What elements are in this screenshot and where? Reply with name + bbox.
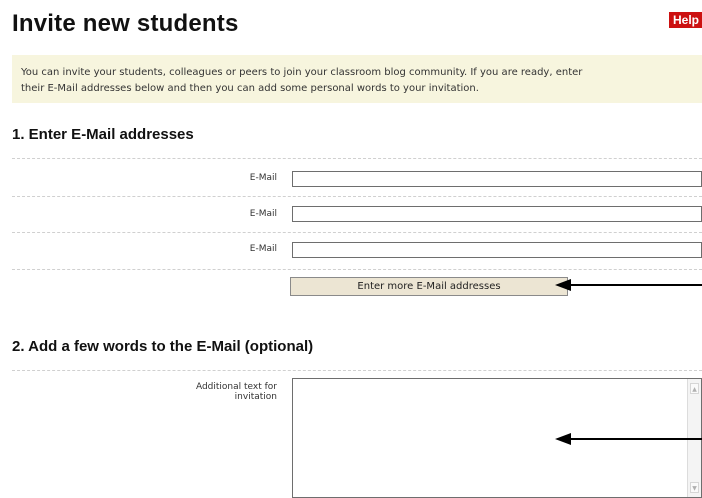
email-label-1: E-Mail bbox=[249, 173, 277, 183]
email-field-1[interactable] bbox=[292, 171, 702, 187]
help-button[interactable]: Help bbox=[669, 12, 702, 28]
left-arrow-icon bbox=[555, 433, 702, 445]
divider bbox=[12, 232, 702, 233]
email-field-2[interactable] bbox=[292, 206, 702, 222]
scroll-up-arrow-icon[interactable]: ▲ bbox=[690, 383, 699, 394]
intro-text-line-2: their E-Mail addresses below and then yo… bbox=[21, 83, 479, 94]
divider bbox=[12, 196, 702, 197]
left-arrow-icon bbox=[555, 279, 702, 291]
divider bbox=[12, 370, 702, 371]
section-heading-message: 2. Add a few words to the E-Mail (option… bbox=[12, 338, 314, 355]
textarea-label: Additional text for invitation bbox=[195, 382, 277, 402]
email-field-3[interactable] bbox=[292, 242, 702, 258]
email-label-3: E-Mail bbox=[249, 244, 277, 254]
divider bbox=[12, 269, 702, 270]
scroll-down-arrow-icon[interactable]: ▼ bbox=[690, 482, 699, 493]
page-title: Invite new students bbox=[12, 10, 239, 37]
intro-box: You can invite your students, colleagues… bbox=[12, 55, 702, 103]
email-label-2: E-Mail bbox=[249, 209, 277, 219]
enter-more-emails-button[interactable]: Enter more E-Mail addresses bbox=[290, 277, 568, 296]
section-heading-email: 1. Enter E-Mail addresses bbox=[12, 126, 194, 143]
intro-text-line-1: You can invite your students, colleagues… bbox=[21, 67, 583, 78]
divider bbox=[12, 158, 702, 159]
